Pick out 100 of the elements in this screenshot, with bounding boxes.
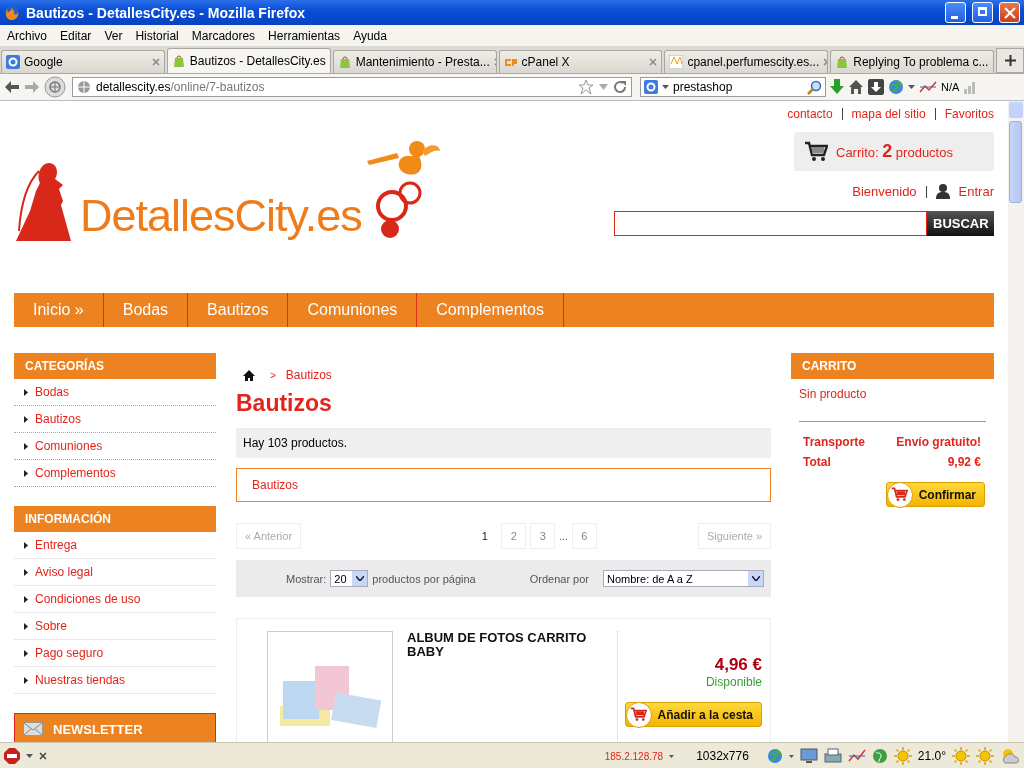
product-price: 4,96 €: [714, 655, 762, 675]
menu-item[interactable]: Historial: [130, 28, 184, 43]
nav-item[interactable]: Bautizos: [188, 293, 289, 327]
cloud-sun-icon[interactable]: [1000, 747, 1020, 765]
browser-tab[interactable]: Replying To problema c...: [830, 50, 995, 73]
sidebar-link[interactable]: Nuestras tiendas: [14, 667, 216, 694]
browser-tab[interactable]: Google: [1, 50, 165, 73]
cart-icon: [625, 701, 652, 728]
search-button[interactable]: BUSCAR: [927, 211, 994, 236]
page-button[interactable]: 3: [530, 523, 556, 549]
sidebar-link[interactable]: Bodas: [14, 379, 216, 406]
page-button[interactable]: 6: [571, 523, 597, 549]
next-button[interactable]: Siguiente »: [697, 523, 771, 549]
triangle-icon: [24, 676, 28, 684]
scrollbar[interactable]: [1008, 101, 1024, 742]
page-icon: [337, 55, 352, 69]
nav-item[interactable]: Comuniones: [288, 293, 418, 327]
cart-empty-text: Sin producto: [798, 387, 868, 401]
nav-item[interactable]: Inicio »: [14, 293, 104, 327]
cart-label: Total: [803, 455, 831, 469]
monitor-icon[interactable]: [799, 748, 818, 764]
caret-icon[interactable]: [26, 754, 33, 758]
page-icon: [171, 54, 186, 68]
block-header: INFORMACIÓN: [14, 506, 216, 532]
user-icon: [935, 184, 950, 199]
sidebar-link[interactable]: Aviso legal: [14, 559, 216, 586]
sidebar-link[interactable]: Comuniones: [14, 433, 216, 460]
nav-item[interactable]: Complementos: [417, 293, 564, 327]
confirm-button[interactable]: Confirmar: [885, 482, 985, 507]
triangle-icon: [24, 649, 28, 657]
per-page-label: productos por página: [372, 572, 476, 585]
page-heading: Bautizos: [236, 389, 333, 417]
header-link[interactable]: mapa del sitio: [851, 107, 926, 121]
temperature-text: 21.0°: [917, 749, 946, 763]
home-icon[interactable]: [243, 369, 255, 381]
home-icon[interactable]: [848, 79, 864, 95]
search-input[interactable]: [614, 211, 927, 236]
sidebar-link[interactable]: Bautizos: [14, 406, 216, 433]
download-icon[interactable]: [868, 79, 884, 95]
address-field[interactable]: detallescity.es/online/7-bautizos: [72, 77, 632, 97]
new-tab-button[interactable]: [996, 48, 1024, 73]
page-button[interactable]: 1: [472, 523, 498, 549]
logo-text[interactable]: DetallesCity.es: [80, 191, 362, 241]
caret-icon[interactable]: [669, 754, 675, 758]
caret-icon[interactable]: [788, 754, 794, 758]
nav-item[interactable]: Bodas: [103, 293, 189, 327]
browser-tab[interactable]: cPanel X: [498, 50, 663, 73]
chart-icon[interactable]: [847, 749, 866, 763]
cart-value: 9,92 €: [947, 455, 981, 469]
per-page-select[interactable]: 20: [330, 570, 369, 587]
browser-tab[interactable]: cpanel.perfumescity.es...: [664, 50, 829, 73]
menu-item[interactable]: Herramientas: [263, 28, 346, 43]
subcategory-link[interactable]: Bautizos: [236, 468, 771, 502]
sidebar-link[interactable]: Condiciones de uso: [14, 586, 216, 613]
search-field[interactable]: prestashop: [640, 77, 826, 97]
cart-value: Envío gratuito!: [896, 435, 981, 449]
cart-icon: [804, 141, 828, 162]
add-to-cart-button[interactable]: Añadir a la cesta: [624, 702, 762, 727]
menu-item[interactable]: Marcadores: [186, 28, 261, 43]
previous-button[interactable]: « Anterior: [236, 523, 302, 549]
sidebar-link[interactable]: Pago seguro: [14, 640, 216, 667]
caret-icon[interactable]: [908, 85, 915, 89]
product-name[interactable]: ALBUM DE FOTOS CARRITO BABY: [407, 631, 607, 742]
star-icon[interactable]: [578, 79, 594, 95]
cart-summary-text: Carrito: 2 productos: [836, 141, 953, 162]
close-button[interactable]: [999, 2, 1020, 23]
globe-icon[interactable]: [766, 748, 783, 764]
globe-icon[interactable]: [871, 748, 888, 764]
page-button[interactable]: 2: [501, 523, 527, 549]
chart-icon[interactable]: [919, 81, 937, 93]
welcome-text: Bienvenido: [852, 184, 917, 199]
menu-item[interactable]: Editar: [55, 28, 97, 43]
search-icon[interactable]: [807, 79, 822, 95]
menu-item[interactable]: Archivo: [2, 28, 52, 43]
menu-item[interactable]: Ayuda: [348, 28, 392, 43]
header-link[interactable]: Favoritos: [944, 107, 994, 121]
sort-select[interactable]: Nombre: de A a Z: [603, 570, 764, 587]
login-link[interactable]: Entrar: [958, 184, 994, 199]
page-icon: [669, 55, 684, 69]
triangle-icon: [24, 415, 28, 423]
menu-item[interactable]: Ver: [99, 28, 128, 43]
sidebar-link[interactable]: Entrega: [14, 532, 216, 559]
reload-icon[interactable]: [613, 80, 627, 94]
globe-icon[interactable]: [44, 76, 66, 98]
sidebar-link[interactable]: Sobre: [14, 613, 216, 640]
caret-icon: [751, 576, 760, 581]
triangle-icon: [24, 469, 28, 477]
breadcrumb-current: Bautizos: [285, 368, 332, 382]
back-icon[interactable]: [4, 80, 20, 94]
page-ellipsis: ...: [559, 530, 568, 542]
minimize-button[interactable]: [945, 2, 966, 23]
header-link[interactable]: contacto: [787, 107, 833, 121]
printer-icon[interactable]: [823, 748, 842, 764]
cart-summary-panel[interactable]: Carrito: 2 productos: [794, 132, 994, 171]
sidebar-link[interactable]: Complementos: [14, 460, 216, 487]
stop-sign-icon[interactable]: [4, 748, 20, 764]
search-engine-icon: [644, 80, 658, 94]
browser-tab[interactable]: Mantenimiento - Presta...: [332, 50, 497, 73]
maximize-button[interactable]: [972, 2, 993, 23]
browser-tab[interactable]: Bautizos - DetallesCity.es: [166, 48, 331, 73]
